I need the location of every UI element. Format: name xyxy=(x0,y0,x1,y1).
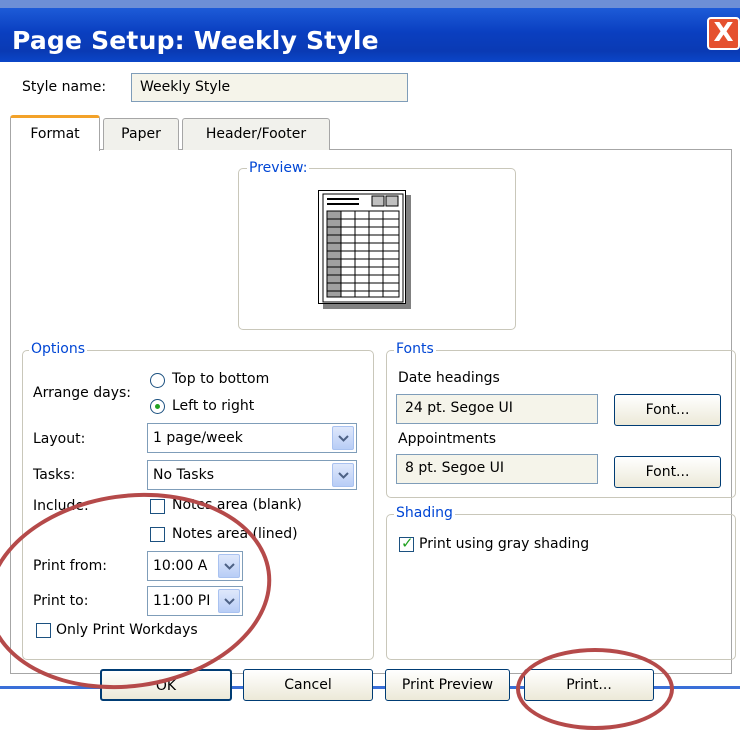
tasks-select-value: No Tasks xyxy=(153,467,214,483)
radio-top-to-bottom-label: Top to bottom xyxy=(172,371,270,387)
chevron-down-icon[interactable] xyxy=(332,463,354,487)
layout-label: Layout: xyxy=(33,431,86,447)
radio-left-to-right[interactable] xyxy=(150,399,165,414)
radio-selected-dot xyxy=(155,404,160,409)
appointments-font-field: 8 pt. Segoe UI xyxy=(396,454,598,484)
radio-top-to-bottom[interactable] xyxy=(150,373,165,388)
chevron-down-icon[interactable] xyxy=(332,426,354,450)
checkbox-gray-shading-label: Print using gray shading xyxy=(419,536,590,552)
layout-select-value: 1 page/week xyxy=(153,430,243,446)
close-button[interactable]: X xyxy=(707,17,740,50)
date-headings-font-button[interactable]: Font... xyxy=(614,394,721,426)
print-preview-button[interactable]: Print Preview xyxy=(385,669,510,701)
layout-select[interactable]: 1 page/week xyxy=(147,423,357,453)
options-title: Options xyxy=(29,341,88,357)
style-name-input[interactable]: Weekly Style xyxy=(131,73,408,102)
fonts-title: Fonts xyxy=(394,341,436,357)
preview-title: Preview: xyxy=(247,160,310,176)
annotation-ellipse-print-button xyxy=(516,648,674,730)
tab-header-footer[interactable]: Header/Footer xyxy=(182,118,330,150)
close-icon: X xyxy=(713,18,734,48)
title-bar[interactable]: Page Setup: Weekly Style xyxy=(0,8,740,62)
tab-paper[interactable]: Paper xyxy=(103,118,179,150)
radio-left-to-right-label: Left to right xyxy=(172,398,255,414)
tasks-select[interactable]: No Tasks xyxy=(147,460,357,490)
weekly-page-preview-icon xyxy=(322,193,404,303)
shading-title: Shading xyxy=(394,505,455,521)
tab-format[interactable]: Format xyxy=(10,115,100,151)
appointments-label: Appointments xyxy=(398,431,497,447)
date-headings-label: Date headings xyxy=(398,370,500,386)
checkmark-icon: ✓ xyxy=(401,534,414,552)
tasks-label: Tasks: xyxy=(33,467,76,483)
checkbox-gray-shading[interactable]: ✓ xyxy=(399,534,414,552)
window-top-strip xyxy=(0,0,740,8)
cancel-button[interactable]: Cancel xyxy=(243,669,373,701)
arrange-days-label: Arrange days: xyxy=(33,385,132,401)
dialog-title: Page Setup: Weekly Style xyxy=(12,26,379,55)
style-name-label: Style name: xyxy=(22,79,107,95)
appointments-font-button[interactable]: Font... xyxy=(614,456,721,488)
preview-image xyxy=(318,190,406,304)
date-headings-font-field: 24 pt. Segoe UI xyxy=(396,394,598,424)
